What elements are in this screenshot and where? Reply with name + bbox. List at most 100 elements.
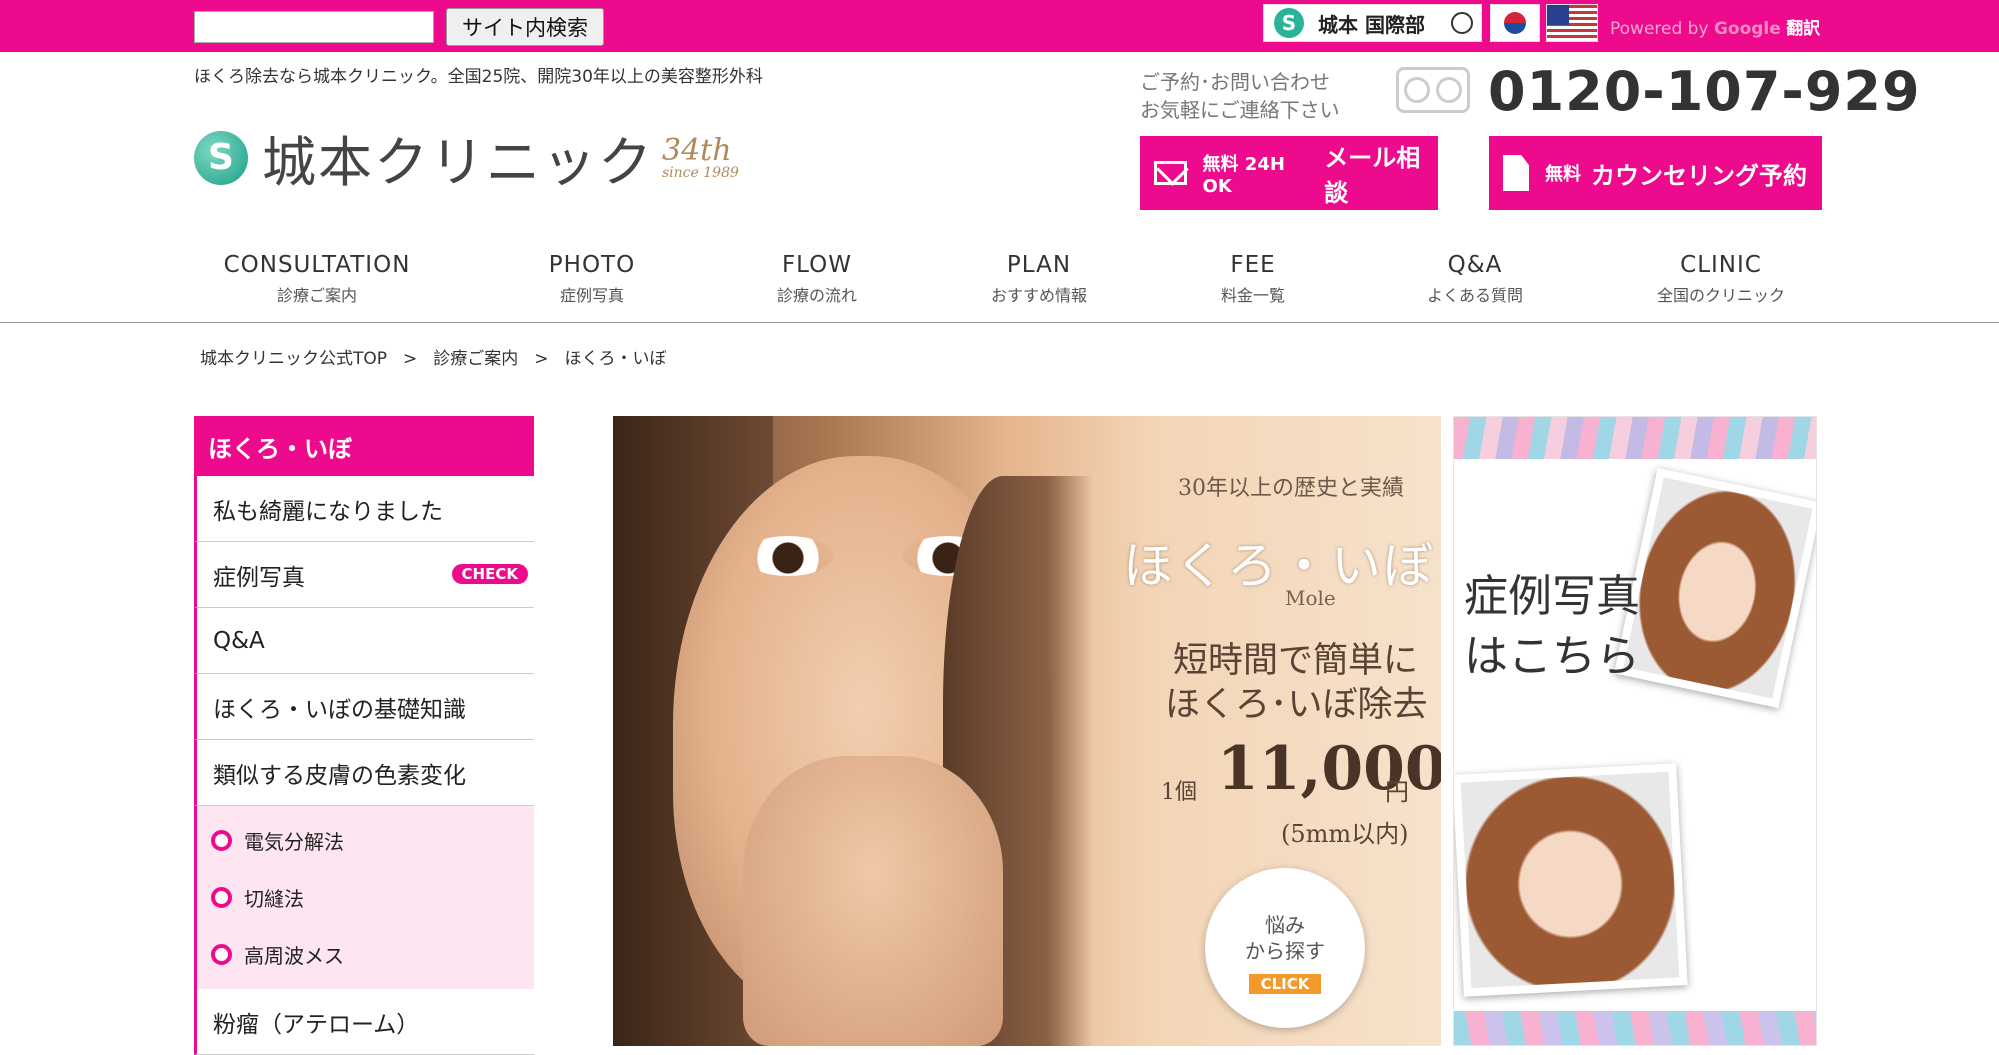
nav-en-label: Q&A	[1447, 252, 1503, 278]
counsel-cta-small: 無料	[1545, 164, 1581, 185]
banner-price-unit: 円	[1385, 778, 1409, 806]
anniversary-mark: 34th since 1989	[662, 132, 739, 181]
nav-flow[interactable]: FLOW 診療の流れ	[717, 252, 917, 306]
breadcrumb: 城本クリニック公式TOP > 診療ご案内 > ほくろ・いぼ	[200, 344, 667, 369]
circle-bullet-icon	[211, 830, 232, 851]
contact-note: ご予約･お問い合わせ お気軽にご連絡下さい	[1140, 68, 1340, 124]
check-badge: CHECK	[451, 564, 528, 584]
usa-flag-icon[interactable]	[1546, 4, 1598, 42]
nav-en-label: FEE	[1230, 252, 1276, 278]
sidebar-subitem-label: 切縫法	[244, 887, 304, 911]
powered-by-text: Powered by	[1610, 19, 1709, 39]
counsel-cta-label: カウンセリング予約	[1591, 161, 1807, 190]
banner-size-note: (5mm以内)	[1281, 820, 1409, 848]
banner-catch-2: ほくろ･いぼ除去	[1165, 685, 1428, 725]
banner-count: 1個	[1161, 780, 1197, 805]
nav-divider	[0, 322, 1999, 323]
nav-jp-label: 料金一覧	[1220, 286, 1285, 305]
breadcrumb-top-link[interactable]: 城本クリニック公式TOP	[200, 349, 387, 369]
site-search-button[interactable]: サイト内検索	[446, 8, 604, 46]
google-logo: Google	[1713, 19, 1781, 39]
clinic-logo-icon: S	[1274, 8, 1304, 38]
sidebar-item-case-photos[interactable]: 症例写真 CHECK	[194, 542, 534, 608]
nav-jp-label: 全国のクリニック	[1656, 286, 1785, 305]
sidebar-title: ほくろ・いぼ	[194, 416, 534, 476]
site-search-input[interactable]	[194, 11, 434, 43]
korea-flag-icon[interactable]	[1490, 4, 1540, 42]
banner-history: 30年以上の歴史と実績	[1178, 476, 1404, 501]
case-photos-banner[interactable]: 症例写真 はこちら	[1453, 416, 1817, 1046]
banner-title: ほくろ・いぼ	[1123, 537, 1435, 595]
case-photos-line-1: 症例写真	[1464, 571, 1640, 622]
international-dept-link[interactable]: S 城本 国際部	[1263, 4, 1482, 42]
clinic-logo[interactable]: S 城本クリニック 34th since 1989	[194, 118, 739, 197]
mail-cta-label: メール相談	[1324, 144, 1421, 207]
anniversary-years: 34th	[662, 132, 732, 168]
breadcrumb-current: ほくろ・いぼ	[564, 349, 667, 369]
sidebar: ほくろ・いぼ 私も綺麗になりました 症例写真 CHECK Q&A ほくろ・いぼの基…	[194, 416, 534, 1055]
mail-icon	[1154, 161, 1187, 185]
find-line-1: 悩み	[1265, 913, 1305, 937]
sidebar-item-testimonials[interactable]: 私も綺麗になりました	[194, 476, 534, 542]
nav-jp-label: よくある質問	[1426, 286, 1523, 305]
case-photos-line-2: はこちら	[1464, 631, 1640, 682]
sidebar-item-pigment-changes[interactable]: 類似する皮膚の色素変化	[194, 740, 534, 806]
header-tagline: ほくろ除去なら城本クリニック。全国25院、開院30年以上の美容整形外科	[194, 67, 763, 87]
nav-en-label: CONSULTATION	[223, 252, 411, 278]
counseling-reservation-button[interactable]: 無料 カウンセリング予約	[1489, 136, 1822, 210]
circle-bullet-icon	[211, 944, 232, 965]
case-photo	[1614, 467, 1816, 709]
breadcrumb-consultation-link[interactable]: 診療ご案内	[433, 349, 518, 369]
decor-strip	[1454, 1011, 1816, 1045]
mail-consultation-button[interactable]: 無料 24H OK メール相談	[1140, 136, 1438, 210]
clinic-name: 城本クリニック	[262, 131, 654, 194]
nav-en-label: PLAN	[1006, 252, 1072, 278]
nav-jp-label: 症例写真	[559, 286, 624, 305]
sidebar-subitem-electrolysis[interactable]: 電気分解法	[197, 812, 534, 869]
nav-plan[interactable]: PLAN おすすめ情報	[939, 252, 1139, 306]
nav-qa[interactable]: Q&A よくある質問	[1375, 252, 1575, 306]
sidebar-subitem-label: 電気分解法	[244, 830, 344, 854]
nav-fee[interactable]: FEE 料金一覧	[1153, 252, 1353, 306]
sidebar-item-qa[interactable]: Q&A	[194, 608, 534, 674]
sidebar-item-atheroma[interactable]: 粉瘤（アテローム）	[194, 989, 534, 1055]
nav-en-label: PHOTO	[548, 252, 636, 278]
sidebar-item-label: 粉瘤（アテローム）	[213, 1011, 420, 1038]
contact-line-2: お気軽にご連絡下さい	[1140, 98, 1340, 122]
case-photos-text: 症例写真 はこちら	[1464, 567, 1640, 687]
document-icon	[1503, 155, 1529, 191]
sidebar-subitem-excision[interactable]: 切縫法	[197, 869, 534, 926]
case-photo	[1454, 763, 1688, 997]
nav-clinic[interactable]: CLINIC 全国のクリニック	[1621, 252, 1821, 306]
decor-strip	[1454, 417, 1816, 459]
find-by-concern-button[interactable]: 悩み から探す CLICK	[1205, 868, 1365, 1028]
pointer-icon	[1451, 12, 1473, 34]
sidebar-item-label: 類似する皮膚の色素変化	[213, 762, 466, 789]
banner-hand	[743, 756, 1003, 1046]
sidebar-item-basics[interactable]: ほくろ・いぼの基礎知識	[194, 674, 534, 740]
mole-removal-banner[interactable]: 30年以上の歴史と実績 ほくろ・いぼ Mole 短時間で簡単に ほくろ･いぼ除去…	[613, 416, 1441, 1046]
sidebar-subitem-label: 高周波メス	[244, 944, 344, 968]
banner-title-en: Mole	[1285, 586, 1336, 610]
nav-consultation[interactable]: CONSULTATION 診療ご案内	[217, 252, 417, 306]
sidebar-subitem-radiofrequency[interactable]: 高周波メス	[197, 926, 534, 983]
phone-number[interactable]: 0120-107-929	[1488, 60, 1921, 123]
free-dial-icon	[1396, 67, 1470, 113]
sidebar-item-label: 私も綺麗になりました	[213, 498, 443, 525]
google-translate-widget[interactable]: Powered by Google 翻訳	[1610, 14, 1820, 39]
sidebar-item-label: Q&A	[213, 627, 265, 654]
breadcrumb-separator: >	[534, 349, 549, 369]
intl-label: 城本 国際部	[1318, 12, 1425, 37]
breadcrumb-separator: >	[403, 349, 418, 369]
sidebar-item-label: 症例写真	[213, 564, 305, 591]
contact-line-1: ご予約･お問い合わせ	[1140, 70, 1330, 94]
nav-jp-label: おすすめ情報	[990, 286, 1087, 305]
nav-jp-label: 診療ご案内	[276, 286, 357, 305]
anniversary-since: since 1989	[662, 164, 739, 181]
translate-text: 翻訳	[1786, 19, 1821, 39]
nav-photo[interactable]: PHOTO 症例写真	[492, 252, 692, 306]
mail-cta-small: 無料 24H OK	[1202, 153, 1285, 197]
click-badge: CLICK	[1248, 974, 1322, 994]
clinic-logo-mark-icon: S	[194, 130, 248, 185]
banner-eye	[743, 536, 833, 576]
